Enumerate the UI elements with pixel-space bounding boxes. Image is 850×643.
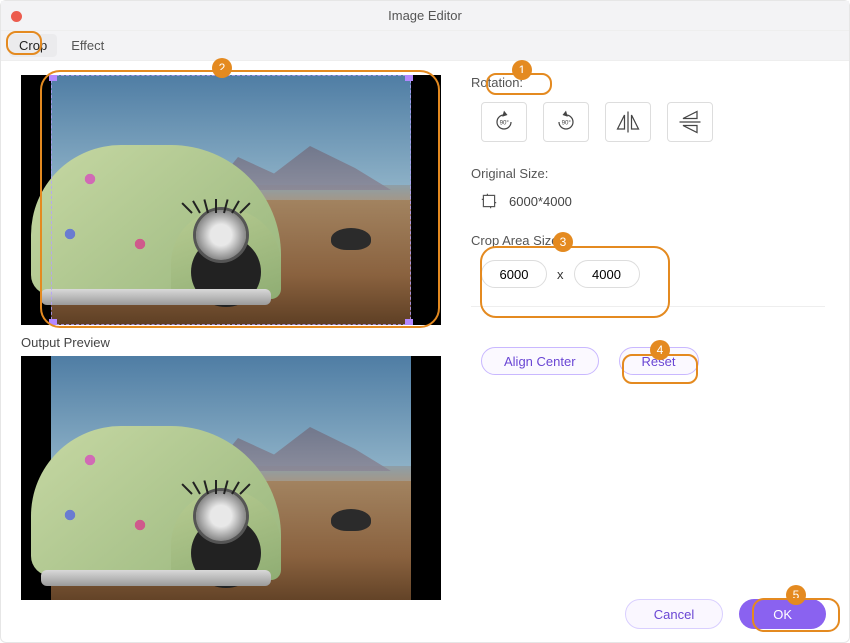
reset-button[interactable]: Reset	[619, 347, 699, 375]
flip-vertical-button[interactable]	[667, 102, 713, 142]
window-title: Image Editor	[388, 8, 462, 23]
crop-preview[interactable]	[21, 75, 441, 325]
crop-handle-tl[interactable]	[49, 75, 57, 81]
tab-bar: Crop Effect	[1, 31, 849, 61]
separator	[471, 306, 825, 307]
dialog-footer: Cancel OK	[625, 599, 826, 629]
crop-area-inputs: x	[481, 260, 825, 288]
original-size-value: 6000*4000	[509, 194, 572, 209]
flip-horizontal-button[interactable]	[605, 102, 651, 142]
tab-effect[interactable]: Effect	[61, 34, 114, 57]
rotate-ccw-icon: 90°	[490, 108, 518, 136]
crop-action-row: Align Center Reset	[481, 347, 825, 375]
crop-handle-bl[interactable]	[49, 319, 57, 325]
rotate-ccw-button[interactable]: 90°	[481, 102, 527, 142]
tab-crop[interactable]: Crop	[9, 34, 57, 57]
rotation-button-row: 90° 90°	[481, 102, 825, 142]
rotate-cw-button[interactable]: 90°	[543, 102, 589, 142]
crop-width-input[interactable]	[481, 260, 547, 288]
flip-vertical-icon	[676, 108, 704, 136]
dimensions-icon	[481, 193, 497, 209]
cancel-button[interactable]: Cancel	[625, 599, 723, 629]
titlebar: Image Editor	[1, 1, 849, 31]
ok-button[interactable]: OK	[739, 599, 826, 629]
rotation-label: Rotation:	[471, 75, 825, 90]
rotate-cw-icon: 90°	[552, 108, 580, 136]
output-preview	[21, 356, 441, 600]
svg-text:90°: 90°	[500, 120, 510, 127]
crop-size-separator: x	[557, 267, 564, 282]
crop-handle-br[interactable]	[405, 319, 413, 325]
close-window-icon[interactable]	[11, 11, 22, 22]
crop-height-input[interactable]	[574, 260, 640, 288]
crop-handle-tr[interactable]	[405, 75, 413, 81]
image-editor-window: Image Editor Crop Effect	[0, 0, 850, 643]
crop-area-size-label: Crop Area Size:	[471, 233, 825, 248]
crop-frame[interactable]	[51, 75, 411, 325]
svg-text:90°: 90°	[562, 120, 572, 127]
right-panel: Rotation: 90° 90° Original Size: 6000*40…	[461, 61, 849, 642]
original-size-label: Original Size:	[471, 166, 825, 181]
flip-horizontal-icon	[614, 108, 642, 136]
align-center-button[interactable]: Align Center	[481, 347, 599, 375]
photo-image-output	[51, 356, 411, 600]
left-panel: Output Preview	[1, 61, 461, 642]
output-preview-label: Output Preview	[21, 335, 451, 350]
content-area: Output Preview Rotation:	[1, 61, 849, 642]
original-size-row: 6000*4000	[481, 193, 825, 209]
